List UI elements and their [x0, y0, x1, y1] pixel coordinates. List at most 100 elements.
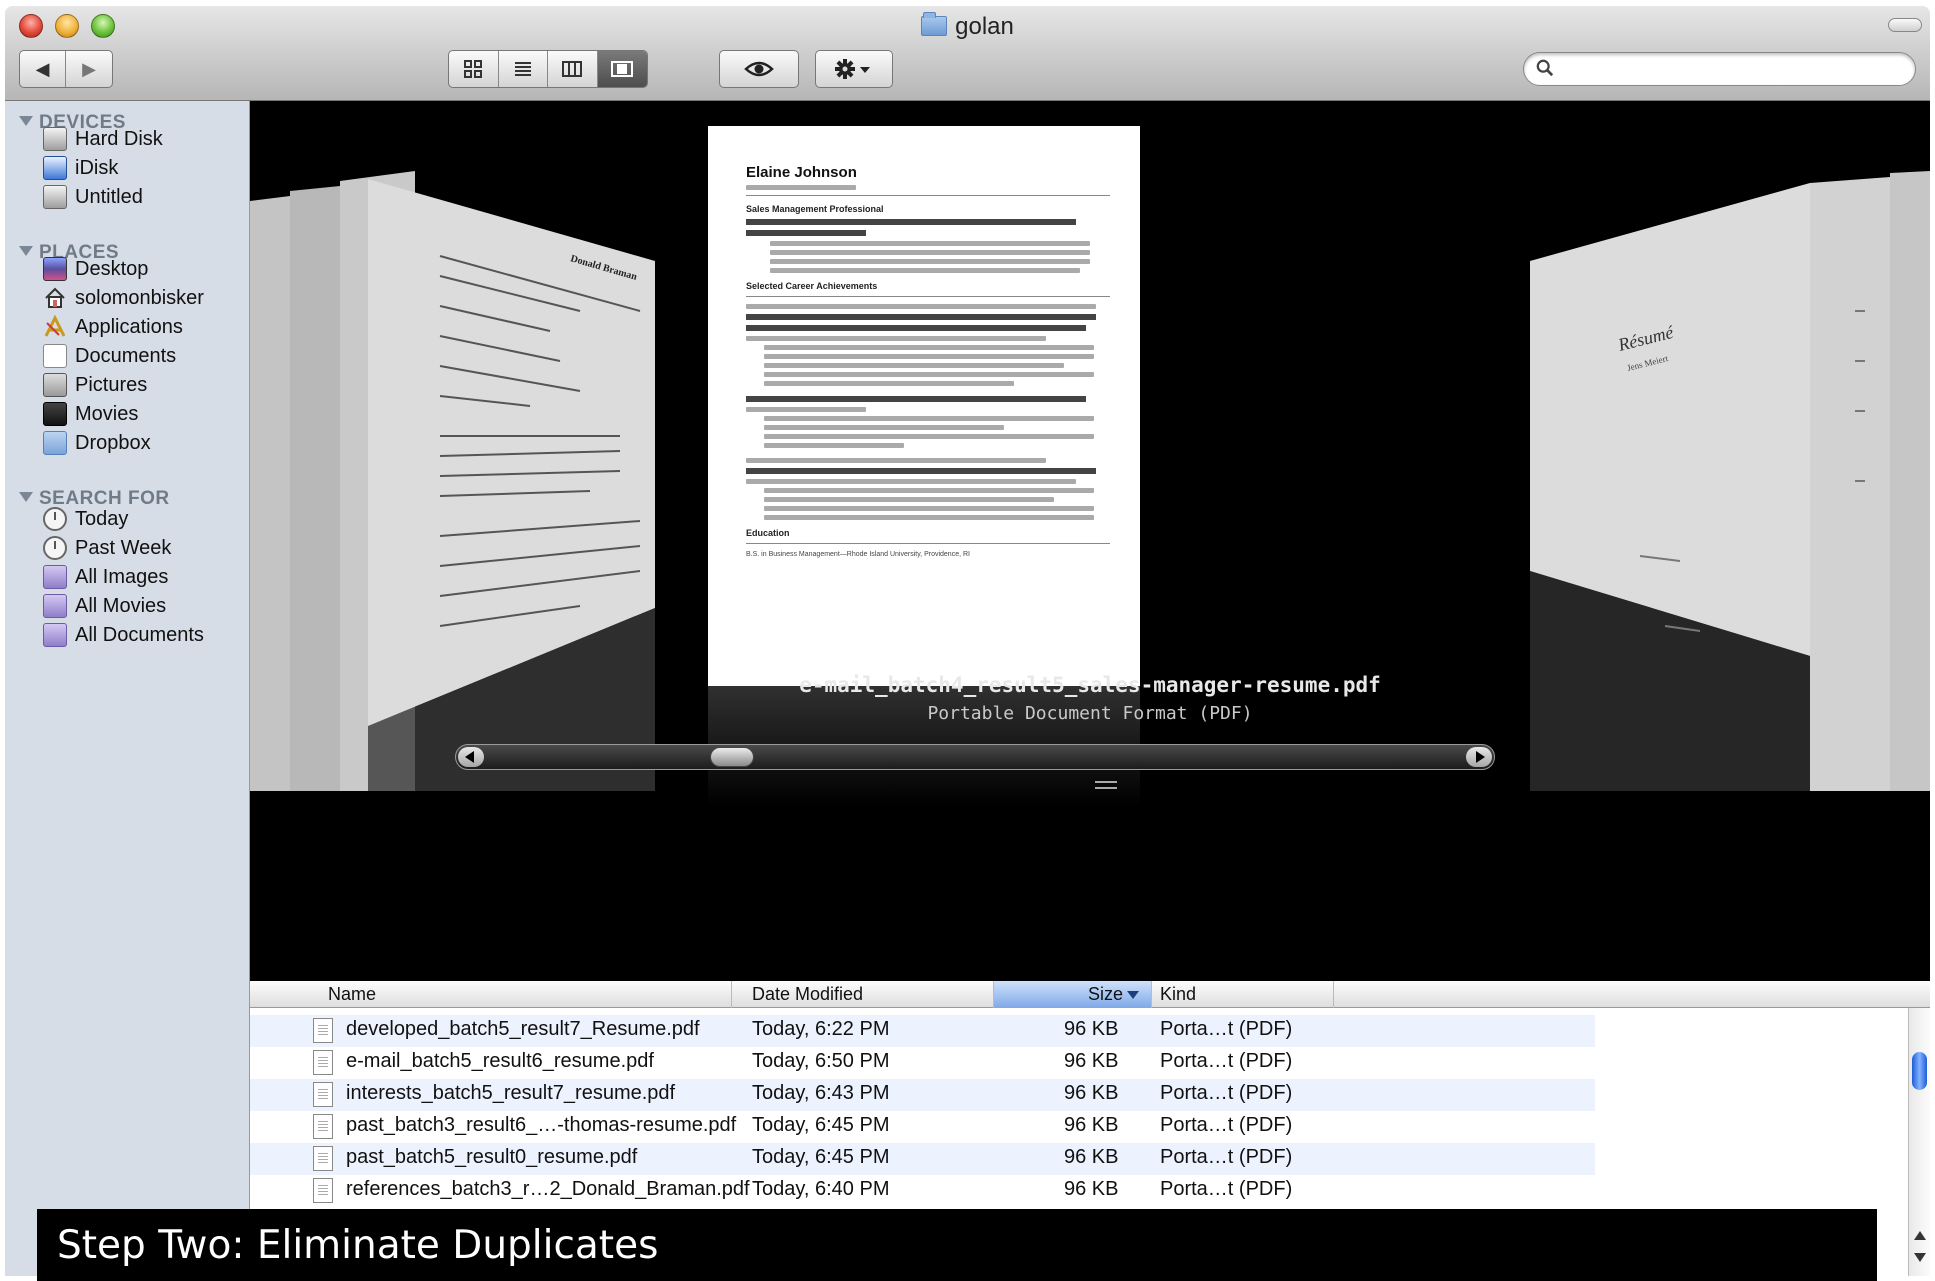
table-row[interactable]: interests_batch5_result7_resume.pdf Toda… — [250, 1079, 1595, 1111]
sidebar-item-label: All Images — [75, 565, 169, 588]
toolbar-toggle-button[interactable] — [1888, 18, 1922, 32]
pictures-icon — [43, 373, 67, 397]
forward-icon: ▶ — [82, 58, 96, 79]
coverflow-left-pages[interactable]: Donald Braman — [250, 101, 670, 981]
resize-grip-icon[interactable] — [1095, 781, 1117, 789]
file-date: Today, 6:43 PM — [752, 1082, 890, 1104]
sidebar-item-label: solomonbisker — [75, 286, 204, 309]
scroll-down-arrow-icon[interactable] — [1914, 1253, 1926, 1262]
hard-disk-icon — [43, 127, 67, 151]
list-view-icon — [514, 62, 531, 76]
table-row[interactable]: e-mail_batch5_result6_resume.pdf Today, … — [250, 1047, 1595, 1079]
home-icon — [45, 287, 65, 308]
sidebar-item-hard-disk[interactable]: Hard Disk — [43, 125, 163, 153]
list-scrollbar[interactable] — [1908, 1008, 1930, 1276]
coverflow-right-pages[interactable]: Résumé Jens Meiert — [1510, 101, 1930, 981]
back-icon: ◀ — [35, 58, 50, 79]
sidebar-item-untitled[interactable]: Untitled — [43, 183, 143, 211]
scroll-left-arrow-icon[interactable] — [458, 747, 484, 767]
sidebar-item-all-movies[interactable]: All Movies — [43, 592, 166, 620]
table-row[interactable]: past_batch5_result0_resume.pdf Today, 6:… — [250, 1143, 1595, 1175]
preview-section-heading: Education — [746, 528, 790, 538]
preview-section-heading: Sales Management Professional — [746, 204, 884, 214]
quick-look-button[interactable] — [719, 50, 799, 88]
forward-button[interactable]: ▶ — [66, 51, 112, 87]
file-kind: Porta…t (PDF) — [1160, 1018, 1293, 1040]
view-switcher — [448, 50, 648, 88]
coverflow-view-button[interactable] — [597, 51, 647, 87]
back-button[interactable]: ◀ — [20, 51, 67, 87]
scroll-right-arrow-icon[interactable] — [1466, 747, 1492, 767]
file-name: interests_batch5_result7_resume.pdf — [346, 1082, 676, 1104]
sidebar-item-past-week[interactable]: Past Week — [43, 534, 171, 562]
preview-education: B.S. in Business Management—Rhode Island… — [746, 551, 970, 558]
search-input[interactable] — [1564, 57, 1894, 81]
sidebar-item-home[interactable]: solomonbisker — [43, 284, 204, 312]
sidebar-item-movies[interactable]: Movies — [43, 400, 138, 428]
sidebar-item-all-documents[interactable]: All Documents — [43, 621, 204, 649]
column-header-name[interactable]: Name — [250, 981, 732, 1008]
sidebar-item-documents[interactable]: Documents — [43, 342, 176, 370]
smart-folder-icon — [43, 565, 67, 589]
table-row[interactable]: references_batch3_r…2_Donald_Braman.pdf … — [250, 1175, 1595, 1207]
file-date: Today, 6:22 PM — [752, 1018, 890, 1040]
documents-icon — [43, 344, 67, 368]
sidebar-item-label: Movies — [75, 402, 139, 425]
table-row[interactable]: past_batch3_result6_…-thomas-resume.pdf … — [250, 1111, 1595, 1143]
column-header-date[interactable]: Date Modified — [732, 981, 994, 1008]
sidebar-item-dropbox[interactable]: Dropbox — [43, 429, 151, 457]
coverflow-scrollbar[interactable] — [455, 744, 1495, 770]
coverflow-scroll-knob[interactable] — [710, 747, 755, 767]
sidebar-item-label: Hard Disk — [75, 127, 163, 150]
file-size: 96 KB — [1064, 1082, 1119, 1104]
sidebar-item-today[interactable]: Today — [43, 505, 128, 533]
file-kind: Porta…t (PDF) — [1160, 1082, 1293, 1104]
file-name: references_batch3_r…2_Donald_Braman.pdf — [346, 1178, 750, 1200]
sidebar-item-desktop[interactable]: Desktop — [43, 255, 148, 283]
sidebar-item-label: All Documents — [75, 623, 204, 646]
file-kind: Porta…t (PDF) — [1160, 1050, 1293, 1072]
column-header-kind[interactable]: Kind — [1152, 981, 1334, 1008]
sidebar-item-pictures[interactable]: Pictures — [43, 371, 147, 399]
movies-icon — [43, 402, 67, 426]
file-size: 96 KB — [1064, 1018, 1119, 1040]
search-field[interactable] — [1523, 52, 1916, 86]
selected-file-title: e-mail_batch4_result5_sales-manager-resu… — [799, 673, 1381, 697]
sidebar-item-all-images[interactable]: All Images — [43, 563, 168, 591]
folder-icon — [43, 431, 67, 455]
folder-icon — [921, 12, 948, 36]
coverflow-view: Donald Braman Elaine Johnson Sales Manag… — [250, 101, 1930, 981]
sidebar-item-label: Dropbox — [75, 431, 151, 454]
sidebar-item-applications[interactable]: Applications — [43, 313, 183, 341]
action-menu-button[interactable] — [815, 50, 893, 88]
file-date: Today, 6:40 PM — [752, 1178, 890, 1200]
file-date: Today, 6:50 PM — [752, 1050, 890, 1072]
file-size: 96 KB — [1064, 1146, 1119, 1168]
icon-view-icon — [464, 60, 483, 78]
scroll-up-arrow-icon[interactable] — [1914, 1231, 1926, 1240]
list-view-button[interactable] — [499, 51, 548, 87]
column-view-button[interactable] — [548, 51, 598, 87]
sidebar-item-label: Pictures — [75, 373, 148, 396]
window-title: golan — [5, 12, 1930, 41]
gear-icon — [835, 59, 870, 79]
column-header-size[interactable]: Size — [994, 981, 1152, 1008]
idisk-icon — [43, 156, 67, 180]
pdf-file-icon — [313, 1146, 333, 1171]
selected-document-preview[interactable]: Elaine Johnson Sales Management Professi… — [708, 126, 1140, 686]
disclosure-triangle-icon — [19, 246, 33, 256]
sidebar-item-idisk[interactable]: iDisk — [43, 154, 118, 182]
preview-section-heading: Selected Career Achievements — [746, 281, 878, 291]
pdf-file-icon — [313, 1178, 333, 1203]
disclosure-triangle-icon — [19, 492, 33, 502]
icon-view-button[interactable] — [449, 51, 499, 87]
smart-folder-icon — [43, 623, 67, 647]
file-date: Today, 6:45 PM — [752, 1146, 890, 1168]
coverflow-view-icon — [611, 61, 634, 77]
sidebar: DEVICES Hard Disk iDisk Untitled PLACES … — [5, 101, 250, 1276]
list-scroll-thumb[interactable] — [1912, 1052, 1927, 1090]
sidebar-item-label: iDisk — [75, 156, 119, 179]
clock-icon — [43, 536, 67, 560]
table-row[interactable]: developed_batch5_result7_Resume.pdf Toda… — [250, 1015, 1595, 1047]
sidebar-item-label: All Movies — [75, 594, 167, 617]
